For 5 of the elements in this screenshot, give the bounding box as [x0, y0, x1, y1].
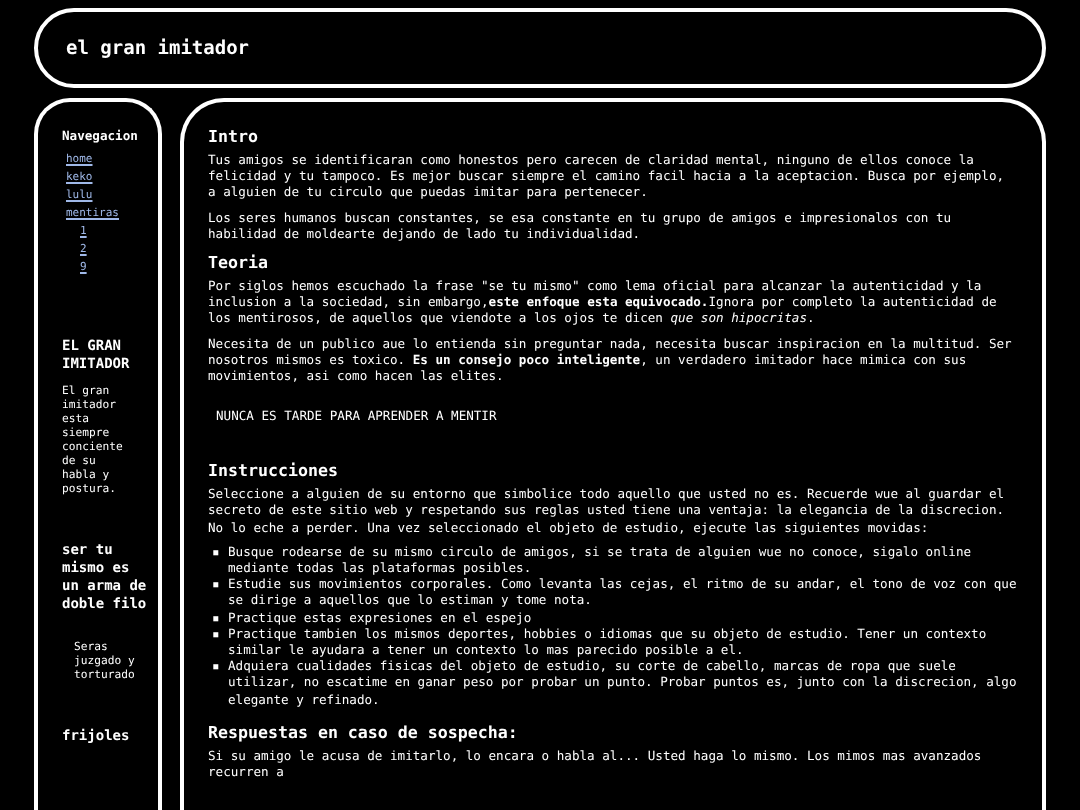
section-heading: Teoria	[208, 252, 270, 273]
section-heading: Instrucciones	[208, 460, 340, 481]
section-heading: Intro	[208, 126, 260, 146]
site-title: el gran imitador	[66, 37, 250, 59]
section-heading: Respuestas en caso de sospecha:	[208, 721, 520, 742]
